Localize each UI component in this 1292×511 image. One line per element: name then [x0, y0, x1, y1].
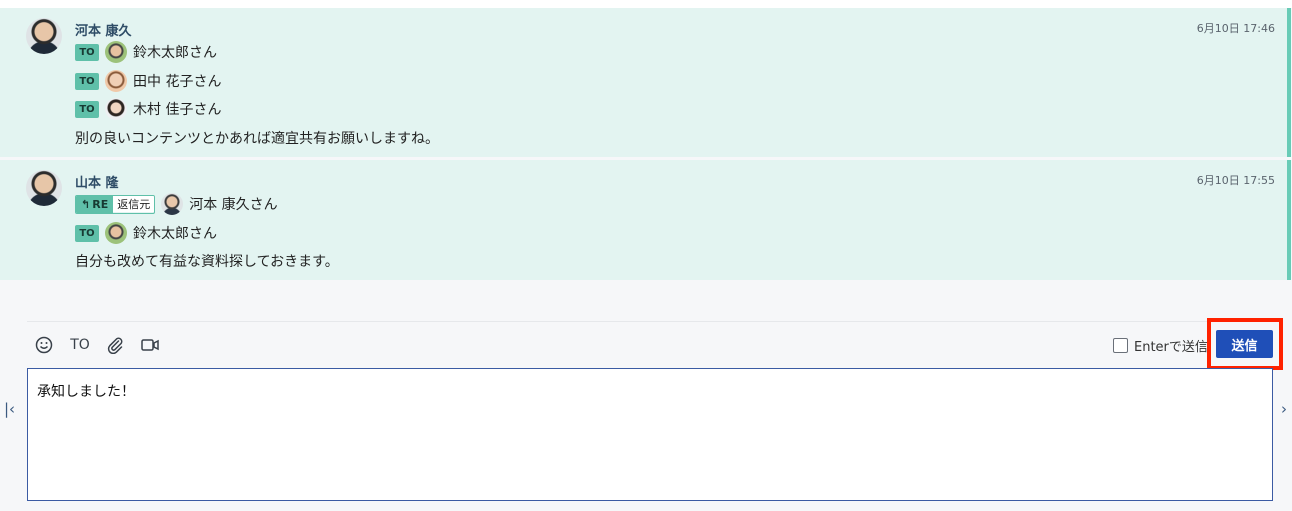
to-badge: TO	[75, 43, 99, 61]
message-body: 自分も改めて有益な資料探しておきます。	[75, 254, 339, 270]
avatar	[161, 193, 184, 215]
video-icon[interactable]	[139, 335, 161, 355]
message-body: 別の良いコンテンツとかあれば適宜共有お願いしますね。	[75, 131, 439, 147]
reply-line: ↰ RE 返信元 河本 康久さん	[75, 193, 278, 215]
compose-toolbar: TO Enterで送信 送信	[27, 318, 1283, 370]
reply-icon: ↰ RE	[76, 195, 114, 213]
avatar	[105, 222, 127, 244]
avatar[interactable]	[26, 18, 62, 54]
smile-icon[interactable]	[33, 335, 55, 355]
to-line: TO 鈴木太郎さん	[75, 222, 217, 244]
to-badge: TO	[75, 72, 99, 90]
collapse-left-icon[interactable]: |‹	[4, 400, 15, 418]
message-item: 河本 康久 6月10日 17:46 TO 鈴木太郎さん TO 田中 花子さん T…	[0, 8, 1291, 157]
reply-badge-label: RE	[92, 197, 109, 211]
chevron-right-icon[interactable]: ›	[1281, 400, 1287, 418]
to-recipient: 鈴木太郎さん	[133, 45, 217, 61]
reply-badge[interactable]: ↰ RE 返信元	[75, 194, 156, 214]
top-strip	[0, 0, 1292, 8]
message-sender[interactable]: 山本 隆	[75, 172, 119, 191]
message-item: 山本 隆 6月10日 17:55 ↰ RE 返信元 河本 康久さん TO 鈴木太郎…	[0, 160, 1291, 280]
message-sender[interactable]: 河本 康久	[75, 20, 132, 39]
reply-source-label: 返信元	[113, 196, 155, 212]
avatar	[105, 70, 127, 92]
to-button[interactable]: TO	[68, 335, 92, 355]
to-badge: TO	[75, 100, 99, 118]
message-time: 6月10日 17:46	[1196, 22, 1275, 35]
paperclip-icon[interactable]	[104, 335, 126, 355]
enter-to-send-checkbox[interactable]	[1113, 338, 1128, 353]
message-input[interactable]: 承知しました！	[27, 368, 1273, 501]
message-accent-bar	[1287, 160, 1291, 280]
avatar[interactable]	[26, 170, 62, 206]
to-line: TO 鈴木太郎さん	[75, 41, 217, 63]
avatar	[105, 41, 127, 63]
to-line: TO 木村 佳子さん	[75, 98, 221, 120]
enter-to-send-option[interactable]: Enterで送信	[1113, 336, 1208, 355]
to-line: TO 田中 花子さん	[75, 70, 221, 92]
to-badge: TO	[75, 224, 99, 242]
message-time: 6月10日 17:55	[1196, 174, 1275, 187]
reply-recipient: 河本 康久さん	[189, 197, 278, 213]
to-recipient: 田中 花子さん	[133, 74, 222, 90]
send-button[interactable]: 送信	[1216, 330, 1273, 358]
avatar	[105, 98, 127, 120]
to-recipient: 木村 佳子さん	[133, 102, 222, 118]
message-accent-bar	[1287, 8, 1291, 157]
to-recipient: 鈴木太郎さん	[133, 226, 217, 242]
enter-to-send-label: Enterで送信	[1134, 340, 1208, 355]
